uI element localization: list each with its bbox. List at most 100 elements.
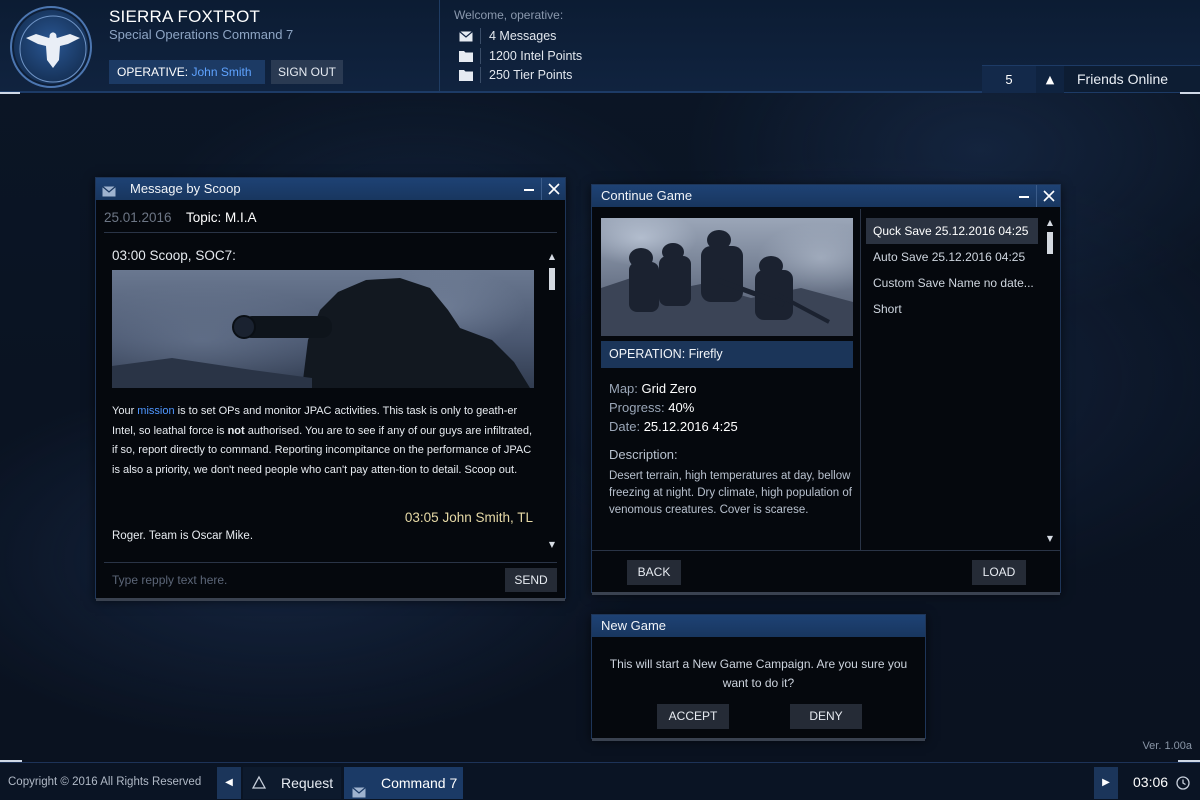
window-bottom-bar <box>592 592 1060 595</box>
scroll-up-icon[interactable]: ▲ <box>546 252 558 262</box>
folder-icon <box>458 68 474 82</box>
new-game-title: New Game <box>601 618 667 633</box>
save-item[interactable]: Quck Save 25.12.2016 04:25 <box>866 218 1038 244</box>
date-value: 25.12.2016 4:25 <box>643 419 738 434</box>
messages-stat[interactable]: 4 Messages <box>458 27 556 45</box>
progress-info: Progress: 40% <box>609 400 694 415</box>
mail-icon <box>352 777 366 800</box>
operative-label: OPERATIVE: <box>117 65 189 79</box>
new-game-window: New Game This will start a New Game Camp… <box>591 614 926 741</box>
close-icon[interactable] <box>541 178 565 200</box>
message-topic: Topic: M.I.A <box>186 210 257 225</box>
minimize-icon[interactable] <box>1012 185 1036 207</box>
brand-subtitle: Special Operations Command 7 <box>109 27 294 42</box>
save-list-scrollbar[interactable]: ▲ ▼ <box>1044 218 1056 544</box>
scroll-thumb[interactable] <box>1047 232 1053 254</box>
minimize-icon[interactable] <box>517 178 541 200</box>
message-sender-line: 03:00 Scoop, SOC7: <box>112 248 236 263</box>
divider <box>104 562 557 563</box>
message-window-titlebar[interactable]: Message by Scoop <box>96 178 565 200</box>
message-window: Message by Scoop 25.01.2016 Topic: M.I.A… <box>95 177 566 601</box>
operative-name[interactable]: John Smith <box>191 65 251 79</box>
mission-link[interactable]: mission <box>137 405 174 417</box>
reply-text: Roger. Team is Oscar Mike. <box>112 530 254 542</box>
top-header: SIERRA FOXTROT Special Operations Comman… <box>0 0 1200 93</box>
description-label: Description: <box>609 447 678 462</box>
bottom-taskbar: Copyright © 2016 All Rights Reserved ◀ R… <box>0 762 1200 800</box>
header-corner-tick <box>1180 92 1200 94</box>
reply-input[interactable] <box>104 568 484 592</box>
deny-button[interactable]: DENY <box>790 704 862 729</box>
clock-time: 03:06 <box>1133 774 1169 790</box>
save-item[interactable]: Auto Save 25.12.2016 04:25 <box>866 244 1038 270</box>
reply-signature: 03:05 John Smith, TL <box>404 510 533 525</box>
warning-triangle-icon <box>251 767 267 800</box>
scroll-down-icon[interactable]: ▼ <box>1044 534 1056 544</box>
command-7-tab[interactable]: Command 7 <box>344 767 463 799</box>
load-button[interactable]: LOAD <box>972 560 1026 585</box>
copyright-text: Copyright © 2016 All Rights Reserved <box>8 776 202 788</box>
divider <box>860 209 861 551</box>
message-body-text: Your <box>112 405 138 417</box>
tier-points-text: 250 Tier Points <box>489 68 573 82</box>
window-bottom-bar <box>96 598 565 601</box>
scroll-up-icon[interactable]: ▲ <box>1044 218 1056 228</box>
window-bottom-bar <box>592 738 925 741</box>
stat-separator <box>480 48 481 64</box>
tier-points-stat: 250 Tier Points <box>458 66 572 84</box>
request-tab[interactable]: Request <box>243 767 341 799</box>
progress-value: 40% <box>668 400 695 415</box>
operative-badge: OPERATIVE: John Smith <box>109 60 265 84</box>
sign-out-button[interactable]: SIGN OUT <box>271 60 343 84</box>
messages-stat-text: 4 Messages <box>489 29 557 43</box>
chevron-up-icon[interactable]: ▲ <box>1036 66 1064 93</box>
map-label: Map: <box>609 381 638 396</box>
intel-points-text: 1200 Intel Points <box>489 49 583 63</box>
previous-arrow-icon[interactable]: ◀ <box>217 767 241 799</box>
folder-icon <box>458 49 474 63</box>
message-photo-soldier <box>112 270 534 388</box>
date-label: Date: <box>609 419 641 434</box>
map-value: Grid Zero <box>641 381 697 396</box>
mail-icon <box>458 29 474 43</box>
header-divider <box>439 0 440 92</box>
progress-label: Progress: <box>609 400 665 415</box>
message-window-title: Message by Scoop <box>130 181 241 196</box>
description-text: Desert terrain, high temperatures at day… <box>609 470 852 516</box>
new-game-titlebar[interactable]: New Game <box>592 615 925 637</box>
date-info: Date: 25.12.2016 4:25 <box>609 419 738 434</box>
friends-online-bar[interactable]: 5 ▲ Friends Online <box>982 65 1200 93</box>
save-item[interactable]: Short <box>866 296 1038 322</box>
save-list: Quck Save 25.12.2016 04:25 Auto Save 25.… <box>866 218 1038 322</box>
divider <box>592 550 1060 551</box>
back-button[interactable]: BACK <box>627 560 681 585</box>
operation-photo-soldiers <box>601 218 853 336</box>
friends-count: 5 <box>982 66 1036 93</box>
save-item[interactable]: Custom Save Name no date... <box>866 270 1038 296</box>
close-icon[interactable] <box>1036 185 1060 207</box>
message-body-bold: not <box>227 424 245 437</box>
header-corner-tick <box>0 92 20 94</box>
continue-game-titlebar[interactable]: Continue Game <box>592 185 1060 207</box>
divider <box>104 232 557 233</box>
friends-online-label: Friends Online <box>1077 71 1169 87</box>
operation-name-banner: OPERATION: Firefly <box>601 341 853 368</box>
command-7-label: Command 7 <box>381 775 458 791</box>
clock-icon <box>1176 775 1190 794</box>
scroll-down-icon[interactable]: ▼ <box>546 540 558 550</box>
message-body: Your mission is to set OPs and monitor J… <box>112 402 536 480</box>
stat-separator <box>480 28 481 44</box>
scroll-thumb[interactable] <box>549 268 555 290</box>
accept-button[interactable]: ACCEPT <box>657 704 729 729</box>
version-label: Ver. 1.00a <box>1142 740 1192 752</box>
soc7-eagle-logo <box>10 6 92 88</box>
send-button[interactable]: SEND <box>505 568 557 592</box>
continue-game-title: Continue Game <box>601 188 693 203</box>
next-arrow-icon[interactable]: ▶ <box>1094 767 1118 799</box>
intel-points-stat: 1200 Intel Points <box>458 47 582 65</box>
brand-title: SIERRA FOXTROT <box>109 7 261 26</box>
message-scrollbar[interactable]: ▲ ▼ <box>546 252 558 550</box>
stat-separator <box>480 67 481 83</box>
mail-icon <box>102 182 116 204</box>
welcome-text: Welcome, operative: <box>454 8 564 22</box>
